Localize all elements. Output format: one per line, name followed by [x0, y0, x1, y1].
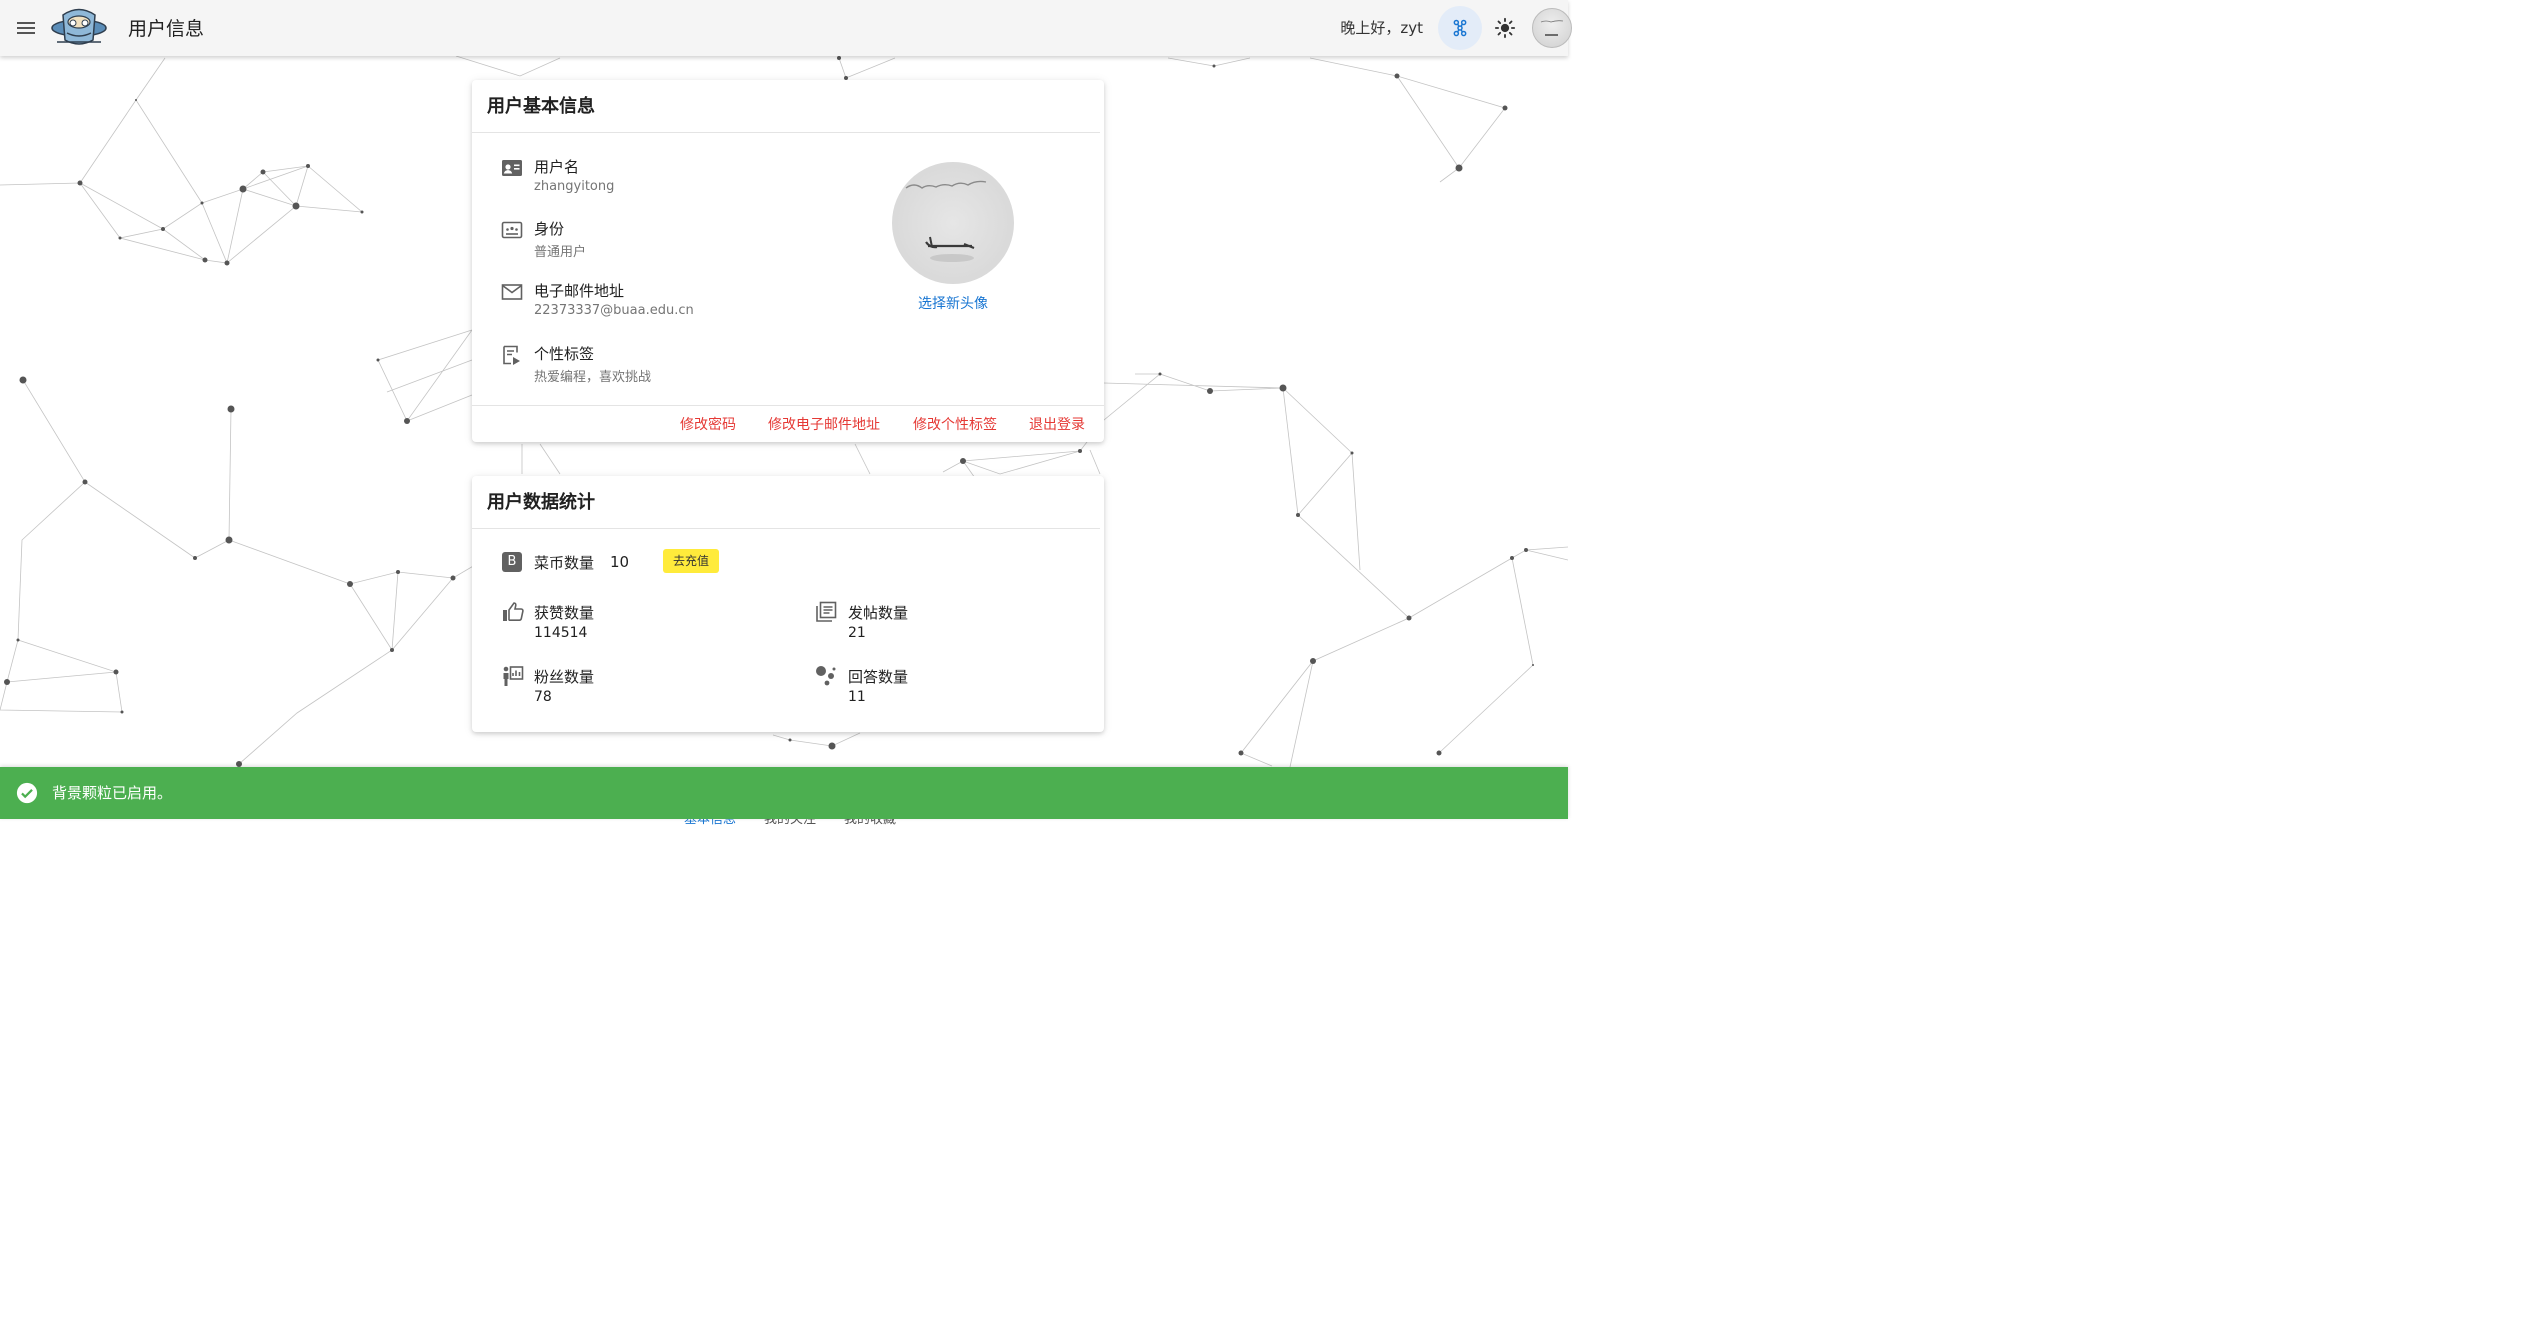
likes-label: 获赞数量 — [534, 604, 595, 622]
coins-value: 10 — [610, 553, 630, 571]
signature-label: 个性标签 — [534, 345, 595, 363]
fans-label: 粉丝数量 — [534, 668, 595, 686]
snackbar: 背景颗粒已启用。 — [0, 767, 1568, 819]
menu-icon[interactable] — [14, 16, 38, 40]
coin-badge-icon: B — [502, 552, 522, 572]
email-icon — [501, 284, 523, 300]
fans-icon — [503, 666, 524, 686]
page-title: 用户信息 — [128, 18, 205, 40]
answers-icon — [816, 666, 836, 686]
theme-toggle-button[interactable] — [1483, 6, 1527, 50]
particles-toggle-button[interactable] — [1438, 6, 1482, 50]
snackbar-message: 背景颗粒已启用。 — [52, 784, 173, 802]
posts-value: 21 — [848, 625, 866, 641]
change-email-button[interactable]: 修改电子邮件地址 — [768, 414, 880, 434]
greeting-text: 晚上好，zyt — [1340, 19, 1423, 37]
logout-button[interactable]: 退出登录 — [1029, 414, 1085, 434]
change-password-button[interactable]: 修改密码 — [680, 414, 736, 434]
account-box-icon — [502, 160, 522, 176]
user-avatar[interactable] — [1532, 8, 1572, 48]
profile-card-title: 用户基本信息 — [472, 80, 1100, 133]
recharge-button[interactable]: 去充值 — [663, 549, 719, 573]
signature-icon — [503, 345, 520, 365]
posts-label: 发帖数量 — [848, 604, 909, 622]
username-label: 用户名 — [534, 158, 580, 176]
email-label: 电子邮件地址 — [534, 282, 625, 300]
sun-icon — [1494, 17, 1516, 39]
answers-value: 11 — [848, 689, 866, 705]
posts-icon — [816, 601, 837, 622]
stats-card: 用户数据统计 B 菜币数量 10 去充值 获赞数量 114514 发帖数量 21… — [472, 476, 1104, 732]
profile-avatar — [892, 162, 1014, 284]
identity-card-icon — [501, 221, 523, 239]
username-value: zhangyitong — [534, 179, 615, 194]
email-value: 22373337@buaa.edu.cn — [534, 303, 694, 318]
fans-value: 78 — [534, 689, 552, 705]
coins-label: 菜币数量 — [534, 554, 595, 572]
likes-value: 114514 — [534, 625, 588, 641]
molecule-icon — [1453, 19, 1467, 37]
choose-avatar-link[interactable]: 选择新头像 — [892, 293, 1014, 313]
answers-label: 回答数量 — [848, 668, 909, 686]
stats-card-title: 用户数据统计 — [472, 476, 1100, 529]
actions-divider — [472, 405, 1104, 406]
app-bar: 用户信息 晚上好，zyt — [0, 0, 1572, 56]
logo-icon[interactable] — [49, 6, 109, 50]
thumb-up-icon — [503, 602, 524, 621]
profile-card: 用户基本信息 用户名 zhangyitong 身份 普通用户 电子邮件地址 22… — [472, 80, 1104, 442]
signature-value: 热爱编程，喜欢挑战 — [534, 370, 652, 385]
identity-label: 身份 — [534, 220, 565, 238]
identity-value: 普通用户 — [534, 245, 587, 260]
change-signature-button[interactable]: 修改个性标签 — [913, 414, 997, 434]
check-circle-icon — [16, 782, 38, 804]
